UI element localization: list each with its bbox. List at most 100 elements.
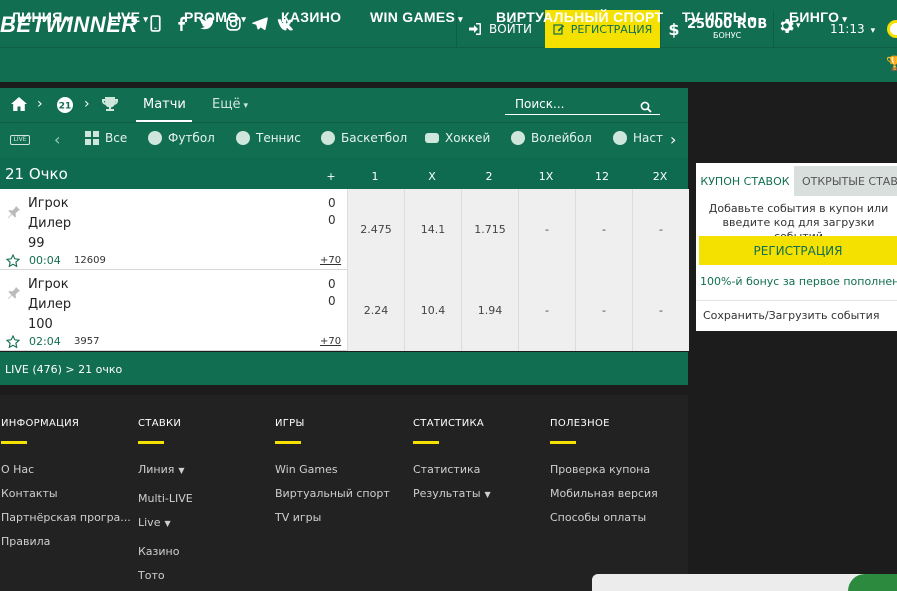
scroll-left-icon[interactable]: ‹: [54, 130, 60, 149]
nav-item-live[interactable]: LIVE ▾: [108, 9, 148, 25]
tab-open-bets[interactable]: ОТКРЫТЫЕ СТАВ...: [794, 166, 897, 196]
odd-1x[interactable]: -: [518, 189, 575, 270]
nav-label: TV ИГРЫ: [682, 9, 747, 25]
footer-link-live[interactable]: Live ▼: [138, 516, 171, 529]
footer-title-games: ИГРЫ: [275, 418, 305, 429]
footer-link-affiliate[interactable]: Партнёрская програ...: [1, 511, 131, 524]
footer-link-check-coupon[interactable]: Проверка купона: [550, 463, 650, 476]
chevron-down-icon: ▾: [458, 14, 463, 24]
nav-label: КАЗИНО: [281, 9, 342, 25]
sport-all[interactable]: Все: [85, 131, 127, 145]
nav-item-tv-games[interactable]: TV ИГРЫ ▾: [682, 9, 755, 25]
mobile-phone-icon[interactable]: [146, 14, 164, 32]
sport-hockey[interactable]: Хоккей: [425, 131, 490, 145]
column-header-x: X: [428, 170, 436, 183]
odd-1[interactable]: 2.475: [347, 189, 404, 270]
sport-tennis[interactable]: Теннис: [236, 131, 301, 145]
nav-label: PROMO: [184, 9, 239, 25]
nav-label: ЛИНИЯ: [11, 9, 63, 25]
footer-link-tv-games[interactable]: TV игры: [275, 511, 321, 524]
first-deposit-bonus-text[interactable]: 100%-й бонус за первое пополнение: [700, 275, 897, 288]
bet-slip-register-button[interactable]: РЕГИСТРАЦИЯ: [699, 236, 897, 265]
nav-item-win-games[interactable]: WIN GAMES ▾: [370, 9, 463, 25]
odd-2[interactable]: 1.94: [461, 270, 518, 351]
odds-group: 2.24 10.4 1.94 - - -: [347, 270, 689, 351]
chevron-down-icon: ▼: [178, 466, 185, 475]
footer-link-mobile[interactable]: Мобильная версия: [550, 487, 658, 500]
footer-link-payments[interactable]: Способы оплаты: [550, 511, 646, 524]
home-icon[interactable]: [10, 96, 28, 116]
chevron-right-icon: ›: [84, 96, 90, 112]
column-header-1x: 1X: [538, 170, 554, 183]
footer-title-stats: СТАТИСТИКА: [413, 418, 485, 429]
odd-x[interactable]: 14.1: [404, 189, 461, 270]
footer-link-results[interactable]: Результаты ▼: [413, 487, 491, 500]
nav-item-casino[interactable]: КАЗИНО: [281, 9, 341, 25]
odd-12[interactable]: -: [575, 189, 632, 270]
sport-basketball[interactable]: Баскетбол: [321, 131, 407, 145]
more-bets-link[interactable]: +70: [320, 336, 341, 347]
favorite-star-icon[interactable]: [5, 334, 21, 353]
odd-x[interactable]: 10.4: [404, 270, 461, 351]
more-bets-link[interactable]: +70: [320, 255, 341, 266]
live-breadcrumb[interactable]: LIVE (476) > 21 очко: [0, 352, 688, 385]
sport-football[interactable]: Футбол: [148, 131, 215, 145]
trophy-icon[interactable]: [101, 96, 119, 116]
column-header-12: 12: [595, 170, 609, 183]
nav-item-virtual-sport[interactable]: ВИРТУАЛЬНЫЙ СПОРТ: [496, 9, 663, 25]
svg-text:21: 21: [59, 102, 72, 112]
footer-link-toto[interactable]: Тото: [138, 569, 165, 582]
odd-1[interactable]: 2.24: [347, 270, 404, 351]
bonus-caption: БОНУС: [712, 31, 742, 40]
odd-2x[interactable]: -: [632, 270, 689, 351]
pin-icon[interactable]: [7, 285, 21, 304]
chat-widget-button[interactable]: [848, 574, 897, 591]
nav-item-bingo[interactable]: БИНГО ▾: [789, 9, 847, 25]
basketball-icon: [321, 131, 335, 145]
search-icon[interactable]: [640, 98, 652, 117]
player-score: 0: [328, 277, 336, 291]
dealer-name: Дилер: [28, 216, 72, 231]
footer-link-virtual-sport[interactable]: Виртуальный спорт: [275, 487, 390, 500]
tennis-icon: [236, 131, 250, 145]
live-badge[interactable]: LIVE: [10, 135, 30, 145]
footer-link-casino[interactable]: Казино: [138, 545, 179, 558]
telegram-icon[interactable]: [250, 14, 268, 32]
footer-link-line[interactable]: Линия ▼: [138, 463, 185, 476]
tab-bet-slip[interactable]: КУПОН СТАВОК: [696, 166, 794, 196]
sport-table-tennis[interactable]: Наст: [613, 131, 663, 145]
nav-item-liniya[interactable]: ЛИНИЯ ▾: [11, 9, 70, 25]
footer-link-about[interactable]: О Нас: [1, 463, 34, 476]
sport-label: Баскетбол: [341, 131, 408, 145]
tab-more[interactable]: Ещё ▾: [212, 97, 248, 112]
odd-2[interactable]: 1.715: [461, 189, 518, 270]
footer-title-underline: [1, 441, 27, 444]
pin-icon[interactable]: [7, 204, 21, 223]
scroll-right-icon[interactable]: ›: [670, 130, 676, 149]
odds-group: 2.475 14.1 1.715 - - -: [347, 189, 689, 270]
nav-item-promo[interactable]: PROMO ▾: [184, 9, 246, 25]
tab-matches[interactable]: Матчи: [143, 97, 186, 112]
player-name: Игрок: [28, 277, 69, 292]
column-header-2: 2: [485, 170, 493, 183]
match-row[interactable]: Игрок Дилер 99 0 0 00:04 12609 +70 2.475…: [0, 189, 689, 270]
nav-label: LIVE: [108, 9, 141, 25]
league-title[interactable]: 21 Очко: [5, 165, 68, 183]
sport-volleyball[interactable]: Волейбол: [511, 131, 592, 145]
cards-21-icon[interactable]: 21: [56, 96, 74, 118]
chevron-down-icon: ▾: [749, 14, 755, 24]
odd-1x[interactable]: -: [518, 270, 575, 351]
match-row[interactable]: Игрок Дилер 100 0 0 02:04 3957 +70 2.24 …: [0, 270, 689, 353]
save-load-events-link[interactable]: Сохранить/Загрузить события: [703, 309, 879, 322]
trophy-icon[interactable]: 🏆: [886, 56, 897, 72]
footer-link-rules[interactable]: Правила: [1, 535, 50, 548]
odd-12[interactable]: -: [575, 270, 632, 351]
page-root: BETWINNER ВОЙТИ РЕГИСТРАЦИЯ $ 25000 RUB …: [0, 0, 897, 591]
footer-link-statistics[interactable]: Статистика: [413, 463, 480, 476]
footer-link-win-games[interactable]: Win Games: [275, 463, 338, 476]
footer-link-multi-live[interactable]: Multi-LIVE: [138, 492, 193, 505]
footer-link-contacts[interactable]: Контакты: [1, 487, 58, 500]
odd-2x[interactable]: -: [632, 189, 689, 270]
chevron-down-icon: ▼: [484, 490, 491, 499]
chevron-down-icon: ▾: [870, 26, 876, 36]
